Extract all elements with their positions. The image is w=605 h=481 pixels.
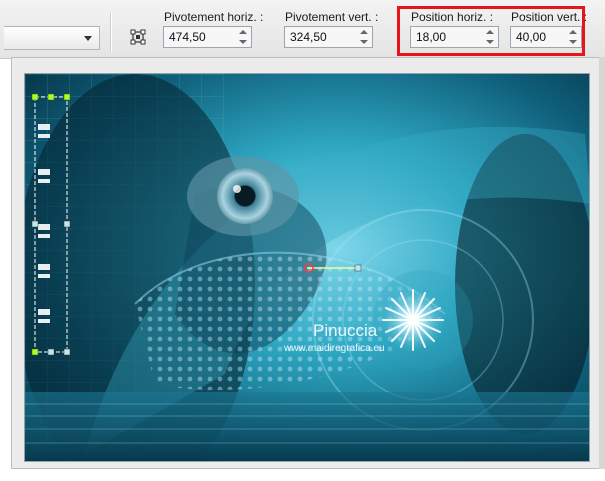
window-edge — [599, 57, 605, 469]
pick-tool-icon[interactable] — [130, 29, 146, 45]
chevron-down-icon — [84, 36, 92, 41]
image-canvas[interactable]: Pinuccia www.maidiregrafica.eu — [24, 73, 590, 462]
toolbar-separator — [110, 12, 112, 52]
canvas-artwork: Pinuccia www.maidiregrafica.eu — [25, 74, 589, 461]
tool-options-bar: Pivotement horiz. : 474,50 Pivotement ve… — [0, 0, 605, 59]
pivot-vertical-label: Pivotement vert. : — [285, 10, 379, 24]
spin-up-icon[interactable] — [360, 30, 368, 34]
spin-buttons[interactable] — [237, 29, 249, 45]
pivot-vertical-value[interactable]: 324,50 — [290, 30, 327, 44]
pivot-horizontal-label: Pivotement horiz. : — [164, 10, 264, 24]
pivot-horizontal-field[interactable]: 474,50 — [163, 26, 252, 48]
pivot-vertical-field[interactable]: 324,50 — [284, 26, 373, 48]
pivot-horizontal-value[interactable]: 474,50 — [169, 30, 206, 44]
watermark-url: www.maidiregrafica.eu — [283, 343, 385, 354]
spin-buttons[interactable] — [358, 29, 370, 45]
preset-dropdown[interactable] — [4, 26, 100, 50]
position-fields-highlight — [397, 6, 585, 56]
spin-down-icon[interactable] — [360, 40, 368, 44]
spin-up-icon[interactable] — [239, 30, 247, 34]
watermark-name: Pinuccia — [313, 321, 378, 340]
spin-down-icon[interactable] — [239, 40, 247, 44]
